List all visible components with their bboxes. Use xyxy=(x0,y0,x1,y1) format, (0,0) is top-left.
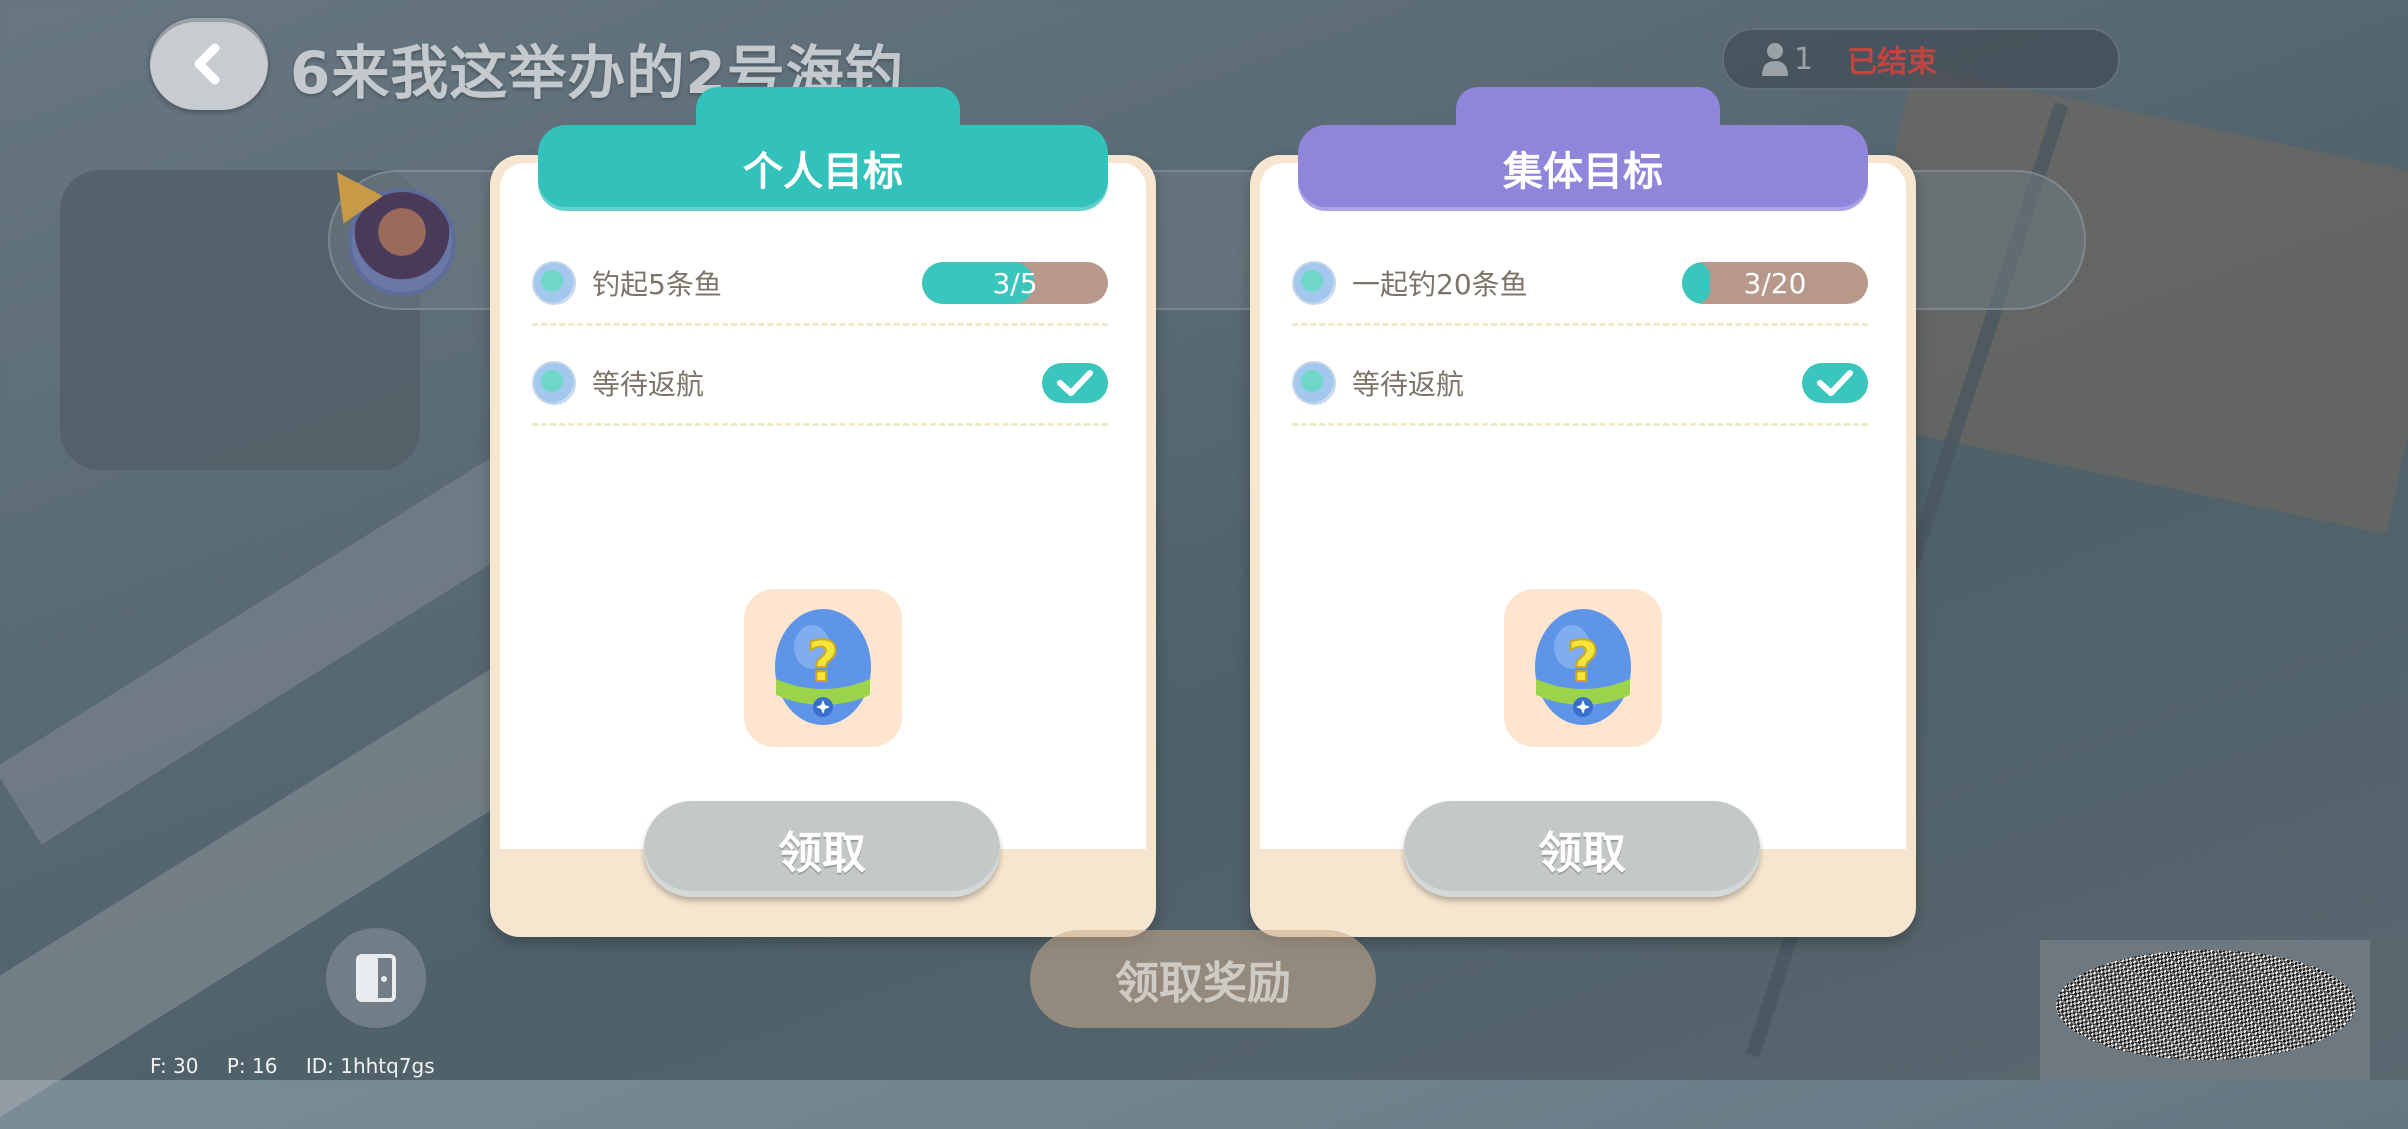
return-ship-icon xyxy=(532,361,576,405)
collect-rewards-button[interactable]: 领取奖励 xyxy=(1030,930,1376,1028)
progress-label: 3/20 xyxy=(1743,266,1807,300)
goal-text: 一起钓20条鱼 xyxy=(1352,268,1528,301)
svg-text:?: ? xyxy=(807,630,839,695)
goal-progress-bar: 3/20 xyxy=(1682,262,1868,304)
reward-item[interactable]: ? xyxy=(1504,589,1662,747)
person-icon xyxy=(1762,43,1788,76)
svg-text:?: ? xyxy=(1567,630,1599,695)
debug-fps: F: 30 xyxy=(150,1054,199,1078)
chevron-left-icon xyxy=(194,43,220,85)
goal-row: 钓起5条鱼 3/5 xyxy=(532,235,1108,331)
return-ship-icon xyxy=(1292,361,1336,405)
progress-label: 3/5 xyxy=(992,266,1038,300)
noise-pattern xyxy=(2056,950,2356,1060)
fish-icon xyxy=(532,261,576,305)
goal-progress-bar: 3/5 xyxy=(922,262,1108,304)
claim-button[interactable]: 领取 xyxy=(1404,801,1760,897)
tab-personal-goals: 个人目标 xyxy=(538,125,1108,211)
mystery-egg-icon: ? xyxy=(1535,609,1631,725)
player-count: 1 xyxy=(1794,41,1814,77)
room-status-pill: 1 已结束 xyxy=(1722,28,2120,90)
divider xyxy=(1292,323,1868,326)
fish-icon xyxy=(1292,261,1336,305)
tab-team-goals: 集体目标 xyxy=(1298,125,1868,211)
debug-info: F: 30 P: 16 ID: 1hhtq7gs xyxy=(150,1054,457,1078)
overlay-dim xyxy=(0,0,2408,1080)
goal-row: 等待返航 xyxy=(532,335,1108,431)
divider xyxy=(532,423,1108,426)
check-icon xyxy=(1042,363,1108,403)
divider xyxy=(1292,423,1868,426)
door-icon xyxy=(356,954,396,1002)
goal-text: 等待返航 xyxy=(1352,368,1465,401)
check-icon xyxy=(1802,363,1868,403)
goal-text: 钓起5条鱼 xyxy=(592,268,722,301)
obscured-area xyxy=(2040,940,2370,1080)
reward-item[interactable]: ? xyxy=(744,589,902,747)
personal-goals-panel: 个人目标 钓起5条鱼 3/5 等待返航 ? 领取 xyxy=(490,87,1156,937)
goal-row: 等待返航 xyxy=(1292,335,1868,431)
back-button[interactable] xyxy=(150,18,268,110)
goal-text: 等待返航 xyxy=(592,368,705,401)
exit-door-button[interactable] xyxy=(326,928,426,1028)
debug-ping: P: 16 xyxy=(226,1054,278,1078)
claim-button[interactable]: 领取 xyxy=(644,801,1000,897)
debug-id: ID: 1hhtq7gs xyxy=(305,1054,435,1078)
divider xyxy=(532,323,1108,326)
team-goals-panel: 集体目标 一起钓20条鱼 3/20 等待返航 ? 领取 xyxy=(1250,87,1916,937)
mystery-egg-icon: ? xyxy=(775,609,871,725)
goal-row: 一起钓20条鱼 3/20 xyxy=(1292,235,1868,331)
status-text: 已结束 xyxy=(1847,45,1938,80)
